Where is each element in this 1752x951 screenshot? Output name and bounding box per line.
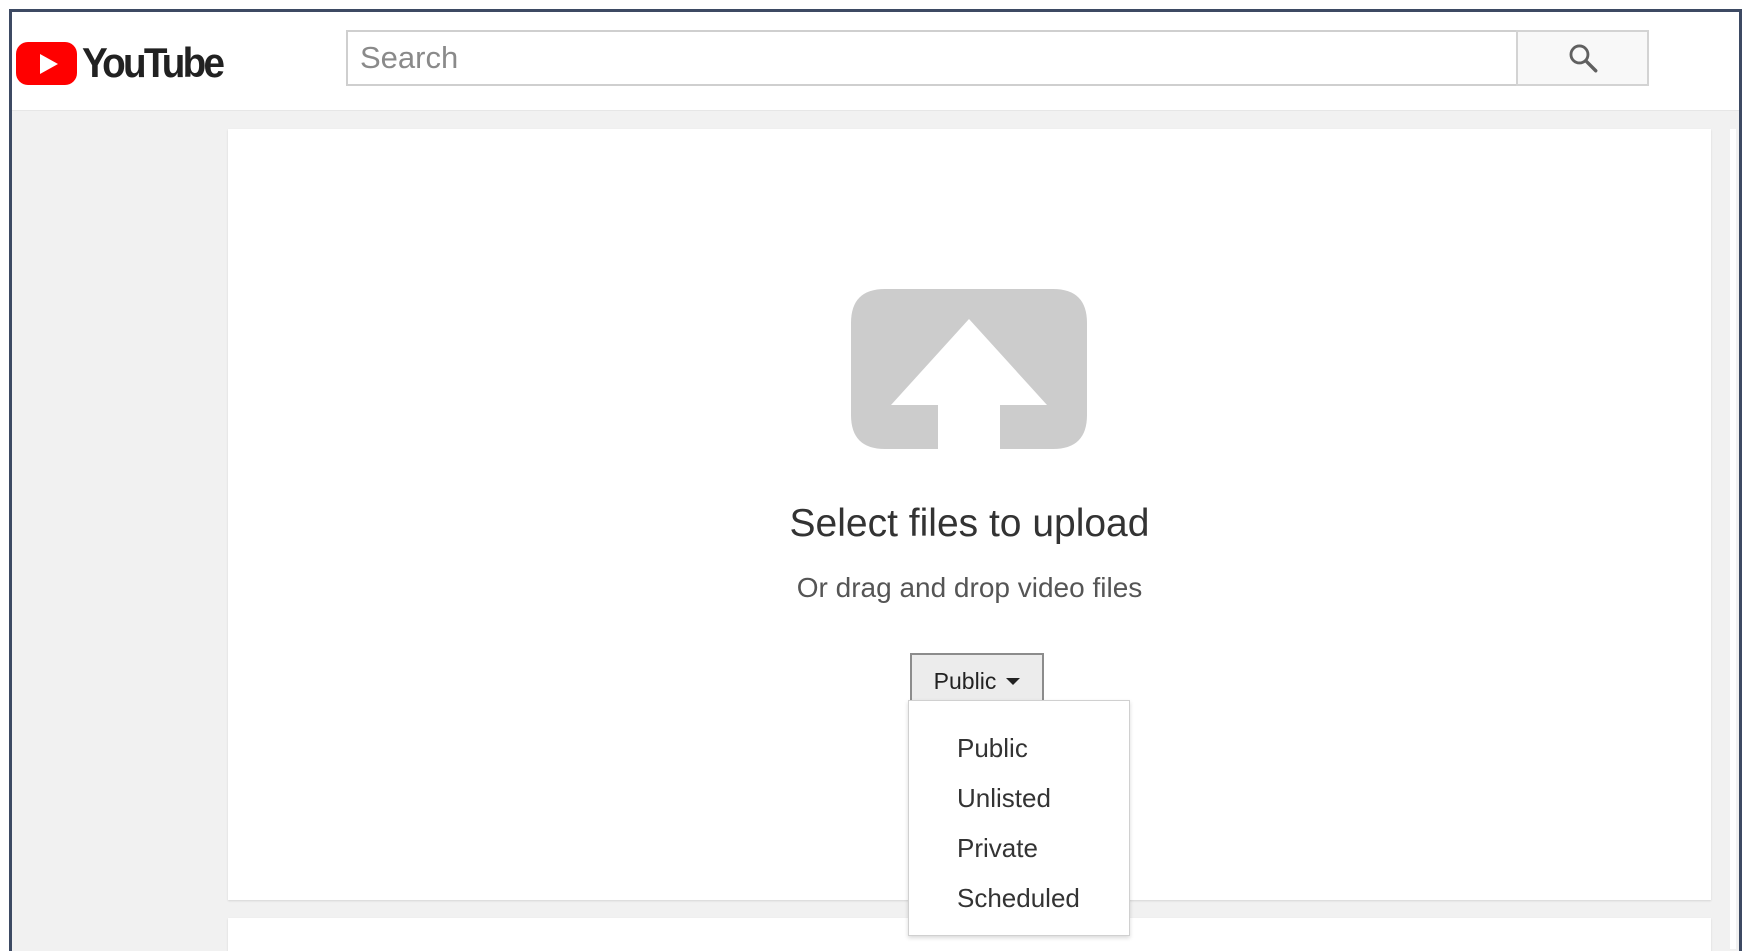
search-input[interactable]: [346, 30, 1516, 86]
menu-item-unlisted[interactable]: Unlisted: [909, 773, 1129, 823]
caret-down-icon: [1006, 678, 1021, 685]
menu-item-private[interactable]: Private: [909, 823, 1129, 873]
search-button[interactable]: [1516, 30, 1649, 86]
menu-item-public[interactable]: Public: [909, 723, 1129, 773]
youtube-logo[interactable]: YouTube: [16, 39, 234, 87]
logo-text: YouTube: [82, 39, 225, 86]
privacy-menu: Public Unlisted Private Scheduled: [908, 700, 1130, 936]
menu-item-scheduled[interactable]: Scheduled: [909, 873, 1129, 923]
upload-title: Select files to upload: [789, 502, 1150, 545]
search-icon: [1569, 44, 1597, 73]
masthead: YouTube: [12, 12, 1739, 111]
browser-frame: YouTube Select files to upload Or drag a…: [9, 9, 1742, 951]
scrollbar-track[interactable]: [1730, 129, 1736, 949]
upload-arrow-icon[interactable]: [851, 289, 1087, 449]
youtube-play-icon: [16, 41, 77, 85]
privacy-selected-label: Public: [933, 668, 997, 694]
upload-subtitle: Or drag and drop video files: [796, 572, 1143, 603]
